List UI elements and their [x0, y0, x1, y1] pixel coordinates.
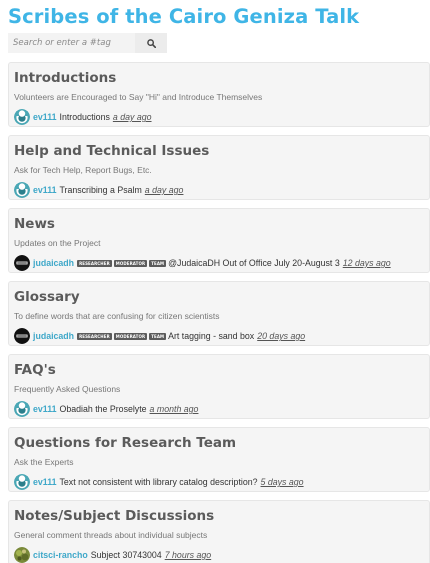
board-title[interactable]: News: [14, 215, 429, 234]
role-badge: TEAM: [149, 332, 167, 340]
role-badge: RESEARCHER: [77, 332, 112, 340]
timestamp-link[interactable]: 7 hours ago: [165, 550, 211, 560]
discussion-link[interactable]: Text not consistent with library catalog…: [60, 477, 258, 487]
zooniverse-avatar-icon[interactable]: [14, 474, 30, 490]
board-card[interactable]: FAQ's Frequently Asked Questions ev111 Oba…: [8, 354, 430, 419]
search-input[interactable]: [8, 33, 135, 53]
board-card[interactable]: Help and Technical Issues Ask for Tech He…: [8, 135, 430, 200]
search-bar: [8, 33, 430, 53]
timestamp-link[interactable]: a day ago: [113, 112, 152, 122]
zooniverse-avatar-icon[interactable]: [14, 401, 30, 417]
role-badge: MODERATOR: [113, 332, 148, 340]
latest-discussion: ev111 Transcribing a Psalm a day ago: [14, 182, 429, 198]
board-title[interactable]: Questions for Research Team: [14, 434, 429, 453]
role-badge: TEAM: [149, 259, 167, 267]
board-title[interactable]: Notes/Subject Discussions: [14, 507, 429, 526]
board-title[interactable]: Help and Technical Issues: [14, 142, 429, 161]
latest-discussion: ev111 Obadiah the Proselyte a month ago: [14, 401, 429, 417]
latest-discussion: judaicadh RESEARCHER MODERATOR TEAM @Judaica…: [14, 255, 429, 271]
author-link[interactable]: ev111: [33, 477, 57, 487]
discussion-link[interactable]: Art tagging - sand box: [168, 331, 254, 341]
board-title[interactable]: FAQ's: [14, 361, 429, 380]
role-badge: MODERATOR: [113, 259, 148, 267]
latest-discussion: citsci-rancho Subject 30743004 7 hours ago: [14, 547, 429, 563]
board-title[interactable]: Glossary: [14, 288, 429, 307]
author-link[interactable]: ev111: [33, 185, 57, 195]
latest-discussion: judaicadh RESEARCHER MODERATOR TEAM Art tagg…: [14, 328, 429, 344]
author-link[interactable]: judaicadh: [33, 331, 74, 341]
discussion-link[interactable]: Transcribing a Psalm: [60, 185, 142, 195]
zooniverse-avatar-icon[interactable]: [14, 182, 30, 198]
board-description: Volunteers are Encouraged to Say "Hi" an…: [14, 92, 263, 102]
board-card[interactable]: Questions for Research Team Ask the Exper…: [8, 427, 430, 492]
latest-discussion: ev111 Text not consistent with library ca…: [14, 474, 429, 490]
search-icon: [146, 36, 156, 51]
timestamp-link[interactable]: a day ago: [145, 185, 184, 195]
board-card[interactable]: Notes/Subject Discussions General comment…: [8, 500, 430, 563]
author-link[interactable]: judaicadh: [33, 258, 74, 268]
board-list: Introductions Volunteers are Encouraged t…: [8, 62, 430, 563]
discussion-link[interactable]: Introductions: [60, 112, 110, 122]
timestamp-link[interactable]: 20 days ago: [257, 331, 305, 341]
timestamp-link[interactable]: 12 days ago: [343, 258, 391, 268]
board-description: To define words that are confusing for c…: [14, 311, 220, 321]
board-description: Ask for Tech Help, Report Bugs, Etc.: [14, 165, 152, 175]
author-link[interactable]: ev111: [33, 112, 57, 122]
photo-avatar-icon[interactable]: [14, 547, 30, 563]
latest-discussion: ev111 Introductions a day ago: [14, 109, 429, 125]
talk-page: Scribes of the Cairo Geniza Talk Introdu…: [0, 0, 430, 563]
board-description: Updates on the Project: [14, 238, 101, 248]
author-link[interactable]: citsci-rancho: [33, 550, 88, 560]
board-card[interactable]: News Updates on the Project judaicadh RESE…: [8, 208, 430, 273]
discussion-link[interactable]: Subject 30743004: [91, 550, 162, 560]
zooniverse-avatar-icon[interactable]: [14, 109, 30, 125]
judaicadh-avatar-icon[interactable]: [14, 255, 30, 271]
timestamp-link[interactable]: a month ago: [150, 404, 199, 414]
search-button[interactable]: [135, 33, 167, 53]
board-card[interactable]: Introductions Volunteers are Encouraged t…: [8, 62, 430, 127]
author-link[interactable]: ev111: [33, 404, 57, 414]
discussion-link[interactable]: Obadiah the Proselyte: [60, 404, 147, 414]
role-badge: RESEARCHER: [77, 259, 112, 267]
discussion-link[interactable]: @JudaicaDH Out of Office July 20-August …: [168, 258, 340, 268]
page-title[interactable]: Scribes of the Cairo Geniza Talk: [0, 5, 430, 30]
board-title[interactable]: Introductions: [14, 69, 429, 88]
board-description: General comment threads about individual…: [14, 530, 208, 540]
board-card[interactable]: Glossary To define words that are confusi…: [8, 281, 430, 346]
board-description: Ask the Experts: [14, 457, 74, 467]
timestamp-link[interactable]: 5 days ago: [261, 477, 304, 487]
judaicadh-avatar-icon[interactable]: [14, 328, 30, 344]
board-description: Frequently Asked Questions: [14, 384, 121, 394]
